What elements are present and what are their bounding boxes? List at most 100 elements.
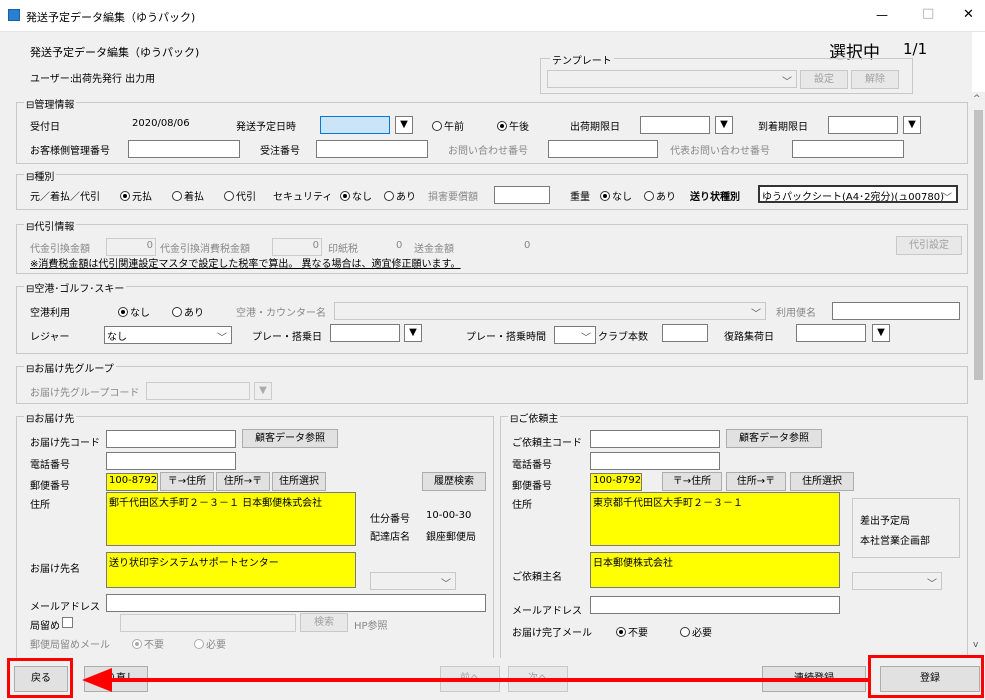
moto-label: 元／着払／代引 bbox=[30, 192, 100, 203]
security-nashi-radio[interactable]: なし bbox=[340, 188, 372, 203]
todoke-yubin-label: 郵便番号 bbox=[30, 481, 70, 492]
hp-label[interactable]: HP参照 bbox=[354, 617, 388, 632]
scroll-down-icon[interactable]: v bbox=[973, 640, 978, 650]
kuko-ari-radio[interactable]: あり bbox=[172, 304, 204, 319]
todoke-tel-input[interactable] bbox=[106, 452, 236, 470]
security-label: セキュリティ bbox=[273, 192, 333, 203]
irai-name-select[interactable]: ﹀ bbox=[852, 572, 942, 590]
todoke-code-input[interactable] bbox=[106, 430, 236, 448]
annotation-box-register bbox=[868, 655, 984, 698]
kuko-nashi-radio[interactable]: なし bbox=[118, 304, 150, 319]
irai-yubin-input[interactable]: 100-8792 bbox=[590, 473, 642, 491]
shohizei-input[interactable]: 0 bbox=[272, 238, 322, 256]
inshi-value: 0 bbox=[396, 240, 403, 251]
irai-addr-label: 住所 bbox=[512, 500, 532, 511]
todoke-addr-input[interactable]: 郵千代田区大手町２－３－１ 日本郵便株式会社 bbox=[106, 492, 356, 546]
minimize-button[interactable]: — bbox=[876, 8, 888, 22]
gogo-radio[interactable]: 午後 bbox=[497, 118, 529, 133]
toiawase-label: お問い合わせ番号 bbox=[448, 146, 528, 157]
hassou-date-input[interactable] bbox=[320, 116, 390, 134]
template-clear-button[interactable]: 解除 bbox=[851, 70, 899, 89]
toiawase-input[interactable] bbox=[548, 140, 658, 158]
riyobin-input[interactable] bbox=[832, 302, 960, 320]
footer-bar: 戻る やり直し 前へ 次へ 連続登録 登録 bbox=[0, 658, 985, 700]
todoke-to-zip-button[interactable]: 住所→〒 bbox=[216, 472, 270, 491]
play-time-select[interactable]: ﹀ bbox=[554, 326, 596, 344]
irai-to-addr-button[interactable]: 〒→住所 bbox=[662, 472, 722, 491]
todoke-yubin-input[interactable]: 100-8792 bbox=[106, 473, 158, 491]
redo-button[interactable]: やり直し bbox=[84, 666, 148, 692]
template-set-button[interactable]: 設定 bbox=[800, 70, 848, 89]
kanryo-label: お届け完了メール bbox=[512, 628, 592, 639]
touchaku-dropdown-icon[interactable]: ▼ bbox=[903, 116, 921, 134]
app-icon bbox=[8, 9, 20, 21]
scroll-up-icon[interactable]: ^ bbox=[973, 94, 981, 104]
template-select[interactable]: ﹀ bbox=[547, 70, 797, 88]
todoke-addr-label: 住所 bbox=[30, 500, 50, 511]
todoke-history-button[interactable]: 履歴検索 bbox=[422, 472, 486, 491]
chakubarai-radio[interactable]: 着払 bbox=[172, 188, 204, 203]
fukuro-dropdown-icon[interactable]: ▼ bbox=[872, 324, 890, 342]
juchu-input[interactable] bbox=[316, 140, 428, 158]
gozen-radio[interactable]: 午前 bbox=[432, 118, 464, 133]
irai-mail-input[interactable] bbox=[590, 596, 840, 614]
counter-select[interactable]: ﹀ bbox=[334, 302, 766, 320]
touchaku-input[interactable] bbox=[828, 116, 898, 134]
todoke-kokyaku-button[interactable]: 顧客データ参照 bbox=[242, 429, 338, 448]
fukuro-label: 復路集荷日 bbox=[724, 332, 774, 343]
daibiki-radio[interactable]: 代引 bbox=[224, 188, 256, 203]
security-ari-radio[interactable]: あり bbox=[384, 188, 416, 203]
leisure-label: レジャー bbox=[30, 332, 70, 343]
kanri-no-input[interactable] bbox=[128, 140, 240, 158]
prev-button[interactable]: 前へ bbox=[440, 666, 500, 692]
irai-tel-input[interactable] bbox=[590, 452, 720, 470]
next-button[interactable]: 次へ bbox=[508, 666, 568, 692]
maximize-button[interactable]: □ bbox=[922, 6, 934, 21]
irai-addr-input[interactable]: 東京都千代田区大手町２－３－１ bbox=[590, 492, 840, 546]
club-input[interactable] bbox=[662, 324, 708, 342]
todoke-mail-input[interactable] bbox=[106, 594, 486, 612]
shukka-label: 出荷期限日 bbox=[570, 122, 620, 133]
scroll-thumb[interactable] bbox=[974, 110, 983, 380]
todoke-to-addr-button[interactable]: 〒→住所 bbox=[160, 472, 214, 491]
irai-to-zip-button[interactable]: 住所→〒 bbox=[726, 472, 786, 491]
irai-code-input[interactable] bbox=[590, 430, 720, 448]
kyokudome-checkbox[interactable] bbox=[62, 617, 73, 628]
todoke-select-button[interactable]: 住所選択 bbox=[272, 472, 326, 491]
tome-fuyo-radio[interactable]: 不要 bbox=[132, 636, 164, 651]
hassou-date-dropdown-icon[interactable]: ▼ bbox=[395, 116, 413, 134]
kyokudome-search-button[interactable]: 検索 bbox=[300, 613, 348, 632]
shukka-input[interactable] bbox=[640, 116, 710, 134]
todoke-name-select[interactable]: ﹀ bbox=[370, 572, 456, 590]
play-date-input[interactable] bbox=[330, 324, 400, 342]
sokin-value: 0 bbox=[524, 240, 531, 251]
renzoku-button[interactable]: 連続登録 bbox=[762, 666, 866, 692]
kingaku-input[interactable]: 0 bbox=[106, 238, 156, 256]
group-code-input[interactable] bbox=[146, 382, 250, 400]
irai-title: ⊟ご依頼主 bbox=[508, 410, 561, 425]
daihyo-input[interactable] bbox=[792, 140, 904, 158]
juryo-nashi-radio[interactable]: なし bbox=[600, 188, 632, 203]
juryo-ari-radio[interactable]: あり bbox=[644, 188, 676, 203]
songai-input[interactable] bbox=[494, 186, 550, 204]
group-code-dropdown-icon[interactable]: ▼ bbox=[254, 382, 272, 400]
daibiki-settei-button[interactable]: 代引設定 bbox=[896, 236, 962, 255]
kanryo-fuyo-radio[interactable]: 不要 bbox=[616, 624, 648, 639]
play-date-dropdown-icon[interactable]: ▼ bbox=[404, 324, 422, 342]
leisure-select[interactable]: なし ﹀ bbox=[104, 326, 232, 344]
motoharai-radio[interactable]: 元払 bbox=[120, 188, 152, 203]
user-label: ユーザー: bbox=[30, 74, 74, 85]
sashidashi-label: 差出予定局 bbox=[860, 516, 910, 527]
irai-kokyaku-button[interactable]: 顧客データ参照 bbox=[726, 429, 822, 448]
tome-hitsuyo-radio[interactable]: 必要 bbox=[194, 636, 226, 651]
vertical-scrollbar[interactable]: ^ v bbox=[972, 92, 985, 658]
close-button[interactable]: ✕ bbox=[963, 7, 974, 22]
kanryo-hitsuyo-radio[interactable]: 必要 bbox=[680, 624, 712, 639]
irai-name-input[interactable]: 日本郵便株式会社 bbox=[590, 552, 840, 588]
todoke-name-input[interactable]: 送り状印字システムサポートセンター bbox=[106, 552, 356, 588]
okurijo-select[interactable]: ゆうパックシート(A4･2宛分)(ュ00780) ﹀ bbox=[758, 185, 958, 203]
shukka-dropdown-icon[interactable]: ▼ bbox=[715, 116, 733, 134]
kyokudome-input[interactable] bbox=[120, 614, 296, 632]
fukuro-input[interactable] bbox=[796, 324, 866, 342]
irai-select-button[interactable]: 住所選択 bbox=[790, 472, 854, 491]
